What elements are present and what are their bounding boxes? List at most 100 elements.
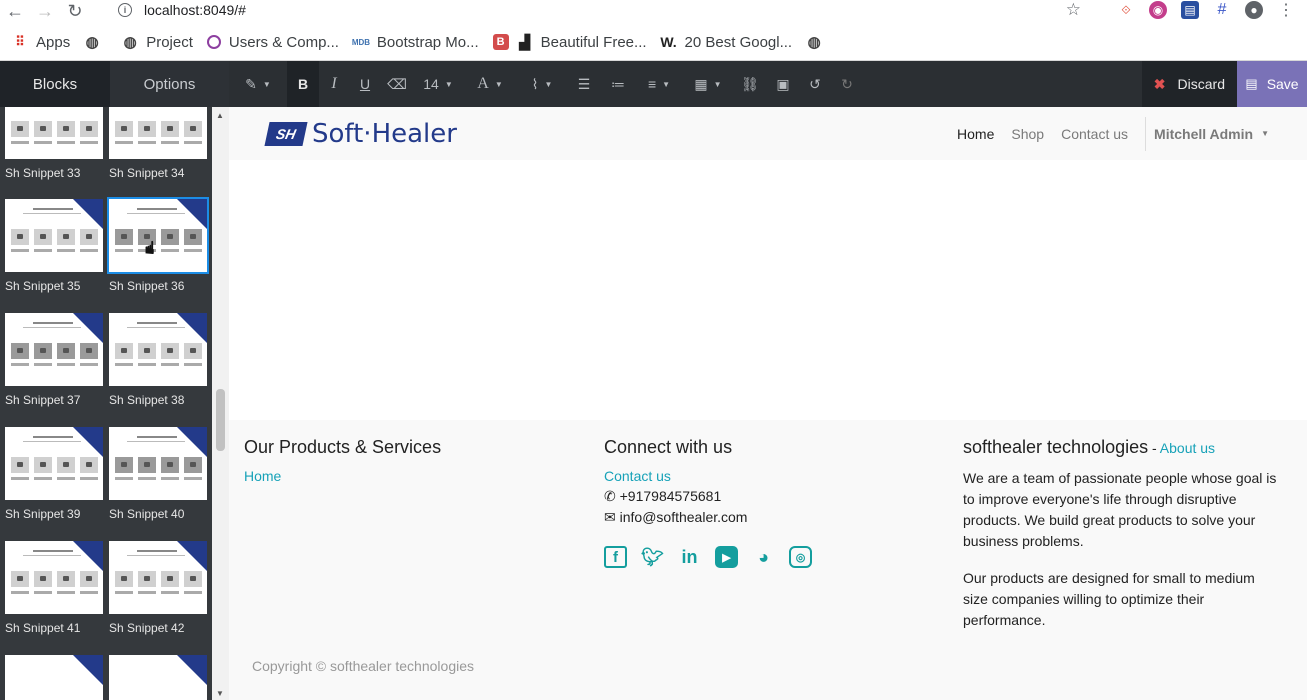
tab-blocks[interactable]: Blocks	[0, 61, 110, 107]
camera-icon	[190, 576, 196, 581]
snippet-card[interactable]: Sh Snippet 36 ☚	[107, 197, 209, 293]
sidebar-scrollbar[interactable]: ▲ ▼	[212, 107, 229, 700]
reload-icon[interactable]: ↻	[60, 1, 90, 22]
snippet-card[interactable]: Sh Snippet 37	[5, 313, 103, 407]
font-size-select[interactable]: 14 ▼	[413, 61, 463, 107]
italic-icon[interactable]: I	[319, 61, 349, 107]
thumb-image-box	[115, 343, 133, 359]
footer-contact-link[interactable]: Contact us	[604, 468, 671, 484]
bookmark-users[interactable]: Users & Comp...	[206, 34, 339, 51]
snippet-card[interactable]: Sh Snippet 39	[5, 427, 103, 521]
forward-icon[interactable]: →	[30, 1, 60, 22]
bookmark-star-icon[interactable]: ☆	[1066, 0, 1081, 20]
softhealer-logo[interactable]: SH Soft·Healer	[264, 119, 457, 149]
bookmark-beautiful[interactable]: B ▟ Beautiful Free...	[492, 34, 647, 51]
paint-brush-icon[interactable]: ⌇ ▼	[517, 61, 567, 107]
snippet-thumbnail[interactable]	[109, 655, 207, 700]
footer-home-link[interactable]: Home	[244, 468, 281, 484]
bookmark-bootstrap[interactable]: MDB Bootstrap Mo...	[352, 34, 479, 51]
snippet-card[interactable]: Sh Snippet 33	[5, 107, 103, 180]
snippet-thumbnail[interactable]	[109, 427, 207, 500]
bookmark-globe[interactable]: ◍	[84, 34, 108, 51]
redo-icon[interactable]: ↻	[831, 61, 863, 107]
facebook-icon[interactable]: f	[604, 546, 627, 568]
menu-shop[interactable]: Shop	[1011, 126, 1044, 142]
thumb-text-line	[80, 477, 98, 480]
discard-button[interactable]: ✖ Discard	[1141, 61, 1237, 107]
linkedin-icon[interactable]: in	[678, 546, 701, 568]
save-button[interactable]: ▤ Save	[1237, 61, 1307, 107]
thumb-heading-line	[137, 436, 177, 438]
instagram-icon[interactable]: ◎	[789, 546, 812, 568]
camera-icon	[121, 234, 127, 239]
snippet-thumbnail[interactable]	[5, 427, 103, 500]
bookmark-globe-2[interactable]: ◍	[806, 34, 830, 51]
extension-window-icon[interactable]: ▤	[1181, 1, 1199, 19]
font-color-icon[interactable]: A ▼	[463, 61, 517, 107]
snippet-card[interactable]: Sh Snippet 34	[109, 107, 207, 180]
snippet-card[interactable]: Sh Snippet 42	[109, 541, 207, 635]
profile-icon[interactable]: ●	[1245, 1, 1263, 19]
underline-icon[interactable]: U	[349, 61, 381, 107]
snippet-card[interactable]: Sh Snippet 35	[5, 199, 103, 293]
undo-icon[interactable]: ↺	[799, 61, 831, 107]
unordered-list-icon[interactable]: ☰	[567, 61, 601, 107]
menu-kebab-icon[interactable]: ⋮	[1277, 1, 1295, 19]
globe-icon: ◍	[123, 34, 137, 51]
snippet-thumbnail[interactable]	[107, 197, 209, 274]
address-bar[interactable]: i localhost:8049/#	[108, 0, 1085, 20]
thumb-text-line	[115, 141, 133, 144]
magic-wand-icon[interactable]: ✎ ▼	[229, 61, 287, 107]
bold-icon[interactable]: B	[287, 61, 319, 107]
extension-grid-icon[interactable]: #	[1213, 1, 1231, 19]
snippet-label: Sh Snippet 36	[109, 279, 185, 293]
url-text[interactable]: localhost:8049/#	[144, 2, 246, 18]
snippet-card[interactable]: Sh Snippet 41	[5, 541, 103, 635]
back-icon[interactable]: ←	[0, 1, 30, 22]
snippet-thumbnail[interactable]	[109, 107, 207, 159]
extension-icons: ⟐ ◉ ▤ # ● ⋮	[1117, 0, 1307, 20]
github-icon[interactable]: ◕	[752, 546, 775, 568]
snippet-label: Sh Snippet 34	[109, 166, 185, 180]
snippet-thumbnail[interactable]	[5, 313, 103, 386]
image-icon[interactable]: ▣	[767, 61, 799, 107]
snippet-card[interactable]: Sh Snippet 40	[109, 427, 207, 521]
menu-home[interactable]: Home	[957, 126, 994, 142]
bookmark-project[interactable]: ◍ Project	[122, 34, 193, 52]
user-menu[interactable]: Mitchell Admin ▼	[1154, 126, 1269, 142]
snippet-thumbnail[interactable]	[5, 655, 103, 700]
scroll-down-icon[interactable]: ▼	[216, 689, 224, 698]
menu-contact[interactable]: Contact us	[1061, 126, 1128, 142]
bookmark-fonts[interactable]: W. 20 Best Googl...	[660, 34, 792, 51]
tab-options[interactable]: Options	[110, 61, 229, 107]
snippet-label: Sh Snippet 35	[5, 279, 81, 293]
footer-about-link[interactable]: About us	[1160, 440, 1215, 456]
snippet-thumbnail[interactable]	[5, 107, 103, 159]
info-icon[interactable]: i	[118, 3, 132, 17]
bookmark-apps[interactable]: ⠿ Apps	[12, 34, 70, 51]
snippet-card[interactable]	[109, 655, 207, 700]
extension-color-icon[interactable]: ◉	[1149, 1, 1167, 19]
apps-grid-icon: ⠿	[15, 34, 25, 49]
snippet-card[interactable]	[5, 655, 103, 700]
snippet-card[interactable]: Sh Snippet 38	[109, 313, 207, 407]
camera-icon	[17, 462, 23, 467]
snippet-thumbnail[interactable]	[5, 199, 103, 272]
youtube-icon[interactable]: ▶	[715, 546, 738, 568]
thumb-text-line	[57, 249, 75, 252]
link-icon[interactable]: ⛓	[733, 61, 767, 107]
snippet-thumbnail[interactable]	[109, 313, 207, 386]
align-icon[interactable]: ≡ ▼	[635, 61, 683, 107]
camera-icon	[167, 348, 173, 353]
nav-row: ← → ↻ i localhost:8049/# ☆ ⟐ ◉ ▤ # ● ⋮	[0, 0, 1307, 23]
ordered-list-icon[interactable]: ≔	[601, 61, 635, 107]
snippet-thumbnail[interactable]	[5, 541, 103, 614]
extension-arrow-icon[interactable]: ⟐	[1117, 1, 1135, 19]
twitter-icon[interactable]: 🐦︎	[641, 546, 664, 568]
scroll-thumb[interactable]	[216, 389, 225, 451]
site-content-area[interactable]	[229, 160, 1307, 420]
scroll-up-icon[interactable]: ▲	[216, 111, 224, 120]
snippet-thumbnail[interactable]	[109, 541, 207, 614]
eraser-icon[interactable]: ⌫	[381, 61, 413, 107]
table-icon[interactable]: ▦ ▼	[683, 61, 733, 107]
